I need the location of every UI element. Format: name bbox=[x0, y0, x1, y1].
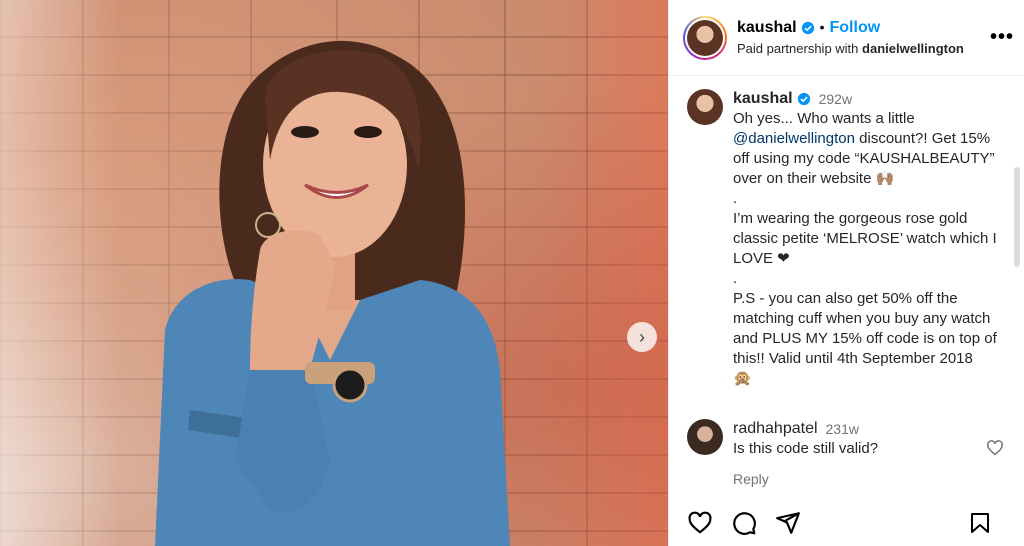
follow-button[interactable]: Follow bbox=[830, 18, 881, 38]
comment-username[interactable]: radhahpatel bbox=[733, 419, 818, 439]
reply-button[interactable]: Reply bbox=[733, 469, 769, 489]
comment-text: Is this code still valid? bbox=[733, 440, 879, 457]
verified-badge-icon bbox=[797, 92, 810, 106]
chevron-right-icon: › bbox=[639, 326, 645, 347]
action-bar bbox=[669, 505, 1024, 541]
paid-partnership-label: Paid partnership with danielwellington bbox=[737, 41, 964, 57]
verified-badge-icon bbox=[801, 21, 814, 34]
post-header: kaushal • Follow Paid partnership with d… bbox=[669, 0, 1024, 76]
author-username[interactable]: kaushal bbox=[737, 18, 797, 38]
comment-like-heart-icon[interactable] bbox=[986, 439, 1004, 457]
share-icon bbox=[776, 512, 800, 534]
caption-emoji: 🙊 bbox=[733, 370, 752, 387]
comment-item: radhahpatel 231w Is this code still vali… bbox=[687, 419, 1010, 490]
separator-dot: • bbox=[819, 19, 825, 36]
mention-link[interactable]: @danielwellington bbox=[733, 130, 855, 147]
partnership-prefix: Paid partnership with bbox=[737, 40, 859, 56]
share-button[interactable] bbox=[775, 510, 801, 536]
comments-section[interactable]: kaushal 292w Oh yes... Who wants a littl… bbox=[669, 77, 1024, 493]
post-image[interactable]: › bbox=[0, 0, 668, 546]
caption-paragraph-2: I’m wearing the gorgeous rose gold class… bbox=[733, 210, 997, 267]
comment-icon bbox=[733, 512, 756, 535]
comment-timestamp[interactable]: 231w bbox=[826, 419, 859, 439]
caption-separator: . bbox=[733, 190, 738, 207]
caption-text: Oh yes... Who wants a little @danielwell… bbox=[733, 109, 1010, 189]
avatar bbox=[687, 19, 723, 56]
avatar[interactable] bbox=[687, 419, 723, 455]
more-options-icon[interactable]: ••• bbox=[990, 26, 1014, 49]
heart-icon bbox=[688, 511, 712, 534]
bookmark-icon bbox=[971, 513, 989, 533]
caption-paragraph-3: P.S - you can also get 50% off the match… bbox=[733, 290, 997, 367]
scrollbar[interactable] bbox=[1014, 167, 1020, 267]
post-caption: kaushal 292w Oh yes... Who wants a littl… bbox=[687, 89, 1010, 389]
comment-button[interactable] bbox=[731, 510, 757, 536]
next-slide-button[interactable]: › bbox=[627, 322, 657, 352]
post-side-panel: kaushal • Follow Paid partnership with d… bbox=[668, 0, 1024, 546]
avatar[interactable] bbox=[687, 89, 723, 125]
save-button[interactable] bbox=[968, 510, 992, 536]
caption-timestamp[interactable]: 292w bbox=[819, 89, 852, 109]
partner-link[interactable]: danielwellington bbox=[862, 41, 964, 56]
like-button[interactable] bbox=[687, 510, 713, 536]
story-ring[interactable] bbox=[683, 15, 727, 60]
caption-username[interactable]: kaushal bbox=[733, 89, 793, 109]
woman-portrait-illustration bbox=[155, 40, 510, 546]
caption-line1: Oh yes... Who wants a little bbox=[733, 110, 915, 127]
caption-separator: . bbox=[733, 270, 738, 287]
